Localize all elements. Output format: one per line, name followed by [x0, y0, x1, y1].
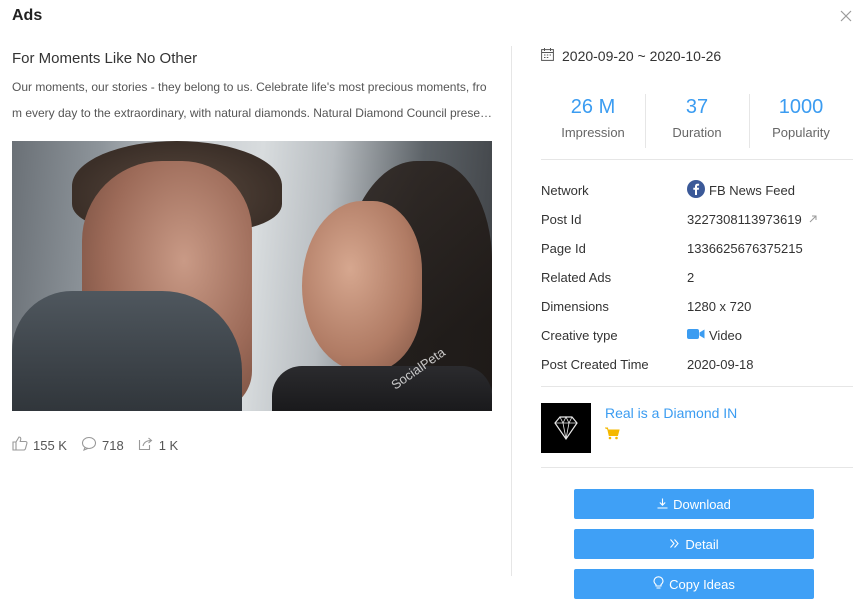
facebook-icon — [687, 180, 709, 201]
engagement-stats: 155 K 718 1 K — [12, 436, 192, 454]
detail-value: FB News Feed — [687, 180, 795, 201]
column-divider — [511, 46, 512, 576]
post-created-value: 2020-09-18 — [687, 357, 754, 372]
detail-row-related-ads: Related Ads 2 — [541, 263, 853, 292]
date-range-text: 2020-09-20 ~ 2020-10-26 — [562, 48, 722, 64]
detail-value: 3227308113973619 — [687, 212, 822, 227]
double-chevron-right-icon — [669, 537, 685, 552]
detail-label: Detail — [685, 536, 719, 552]
dimensions-value: 1280 x 720 — [687, 299, 752, 314]
comments-stat: 718 — [81, 436, 124, 454]
ad-description-line-2: m every day to the extraordinary, with n… — [12, 106, 492, 120]
detail-label: Post Created Time — [541, 357, 649, 372]
metric-value: 37 — [685, 96, 709, 118]
ad-description: Our moments, our stories - they belong t… — [12, 74, 492, 126]
metric-label: Popularity — [772, 125, 830, 140]
video-camera-icon — [687, 328, 709, 343]
date-range: 2020-09-20 ~ 2020-10-26 — [541, 48, 721, 64]
video-frame-woman — [302, 201, 422, 371]
details-divider — [541, 386, 853, 387]
shopping-cart-icon — [605, 427, 737, 445]
detail-label: Page Id — [541, 241, 586, 256]
advertiser-name[interactable]: Real is a Diamond IN — [605, 405, 737, 421]
detail-label: Network — [541, 183, 589, 198]
post-id-value: 3227308113973619 — [687, 212, 802, 227]
detail-value: Video — [687, 328, 742, 343]
detail-row-post-created: Post Created Time 2020-09-18 — [541, 350, 853, 379]
likes-count: 155 K — [33, 437, 67, 453]
detail-label: Dimensions — [541, 299, 609, 314]
comment-icon — [81, 436, 102, 454]
shares-count: 1 K — [158, 437, 179, 453]
creative-type-value: Video — [709, 328, 743, 343]
metric-value: 26 M — [570, 96, 616, 118]
advertiser-logo[interactable] — [541, 403, 591, 453]
advertiser-divider — [541, 467, 853, 468]
download-label: Download — [673, 496, 731, 512]
external-link-icon[interactable] — [808, 212, 822, 227]
detail-button[interactable]: Detail — [574, 529, 814, 559]
download-button[interactable]: Download — [574, 489, 814, 519]
modal-title: Ads — [12, 7, 43, 24]
ad-description-line-1: Our moments, our stories - they belong t… — [12, 80, 487, 94]
detail-row-post-id: Post Id 3227308113973619 — [541, 205, 853, 234]
copy-ideas-button[interactable]: Copy Ideas — [574, 569, 814, 599]
share-icon — [138, 436, 159, 454]
metric-impression: 26 M Impression — [541, 86, 645, 159]
ad-video-preview[interactable]: SocialPeta — [12, 141, 492, 411]
download-icon — [657, 497, 673, 512]
comments-count: 718 — [101, 437, 124, 453]
advertiser-card: Real is a Diamond IN — [541, 403, 737, 453]
thumbs-up-icon — [12, 436, 33, 454]
ad-details: Network FB News Feed Post Id 32273081139… — [541, 176, 853, 379]
related-ads-value: 2 — [687, 270, 695, 285]
metric-popularity: 1000 Popularity — [749, 86, 853, 159]
likes-stat: 155 K — [12, 436, 67, 454]
video-frame-swimsuit — [272, 366, 492, 411]
copy-ideas-label: Copy Ideas — [669, 576, 735, 592]
detail-label: Related Ads — [541, 270, 612, 285]
network-value: FB News Feed — [709, 183, 795, 198]
detail-label: Creative type — [541, 328, 618, 343]
video-frame-shirt — [12, 291, 242, 411]
shares-stat: 1 K — [138, 436, 179, 454]
metrics-panel: 26 M Impression 37 Duration 1000 Popular… — [541, 86, 853, 160]
metric-duration: 37 Duration — [645, 86, 749, 159]
detail-row-dimensions: Dimensions 1280 x 720 — [541, 292, 853, 321]
metric-label: Impression — [561, 125, 625, 140]
detail-row-creative-type: Creative type Video — [541, 321, 853, 350]
close-icon[interactable] — [839, 9, 853, 23]
metric-label: Duration — [672, 125, 722, 140]
metric-value: 1000 — [778, 96, 824, 118]
detail-label: Post Id — [541, 212, 582, 227]
ad-title: For Moments Like No Other — [12, 50, 198, 67]
page-id-value: 1336625676375215 — [687, 241, 803, 256]
detail-row-network: Network FB News Feed — [541, 176, 853, 205]
detail-row-page-id: Page Id 1336625676375215 — [541, 234, 853, 263]
calendar-icon — [541, 48, 562, 64]
advertiser-info: Real is a Diamond IN — [605, 403, 737, 453]
lightbulb-icon — [653, 576, 669, 592]
